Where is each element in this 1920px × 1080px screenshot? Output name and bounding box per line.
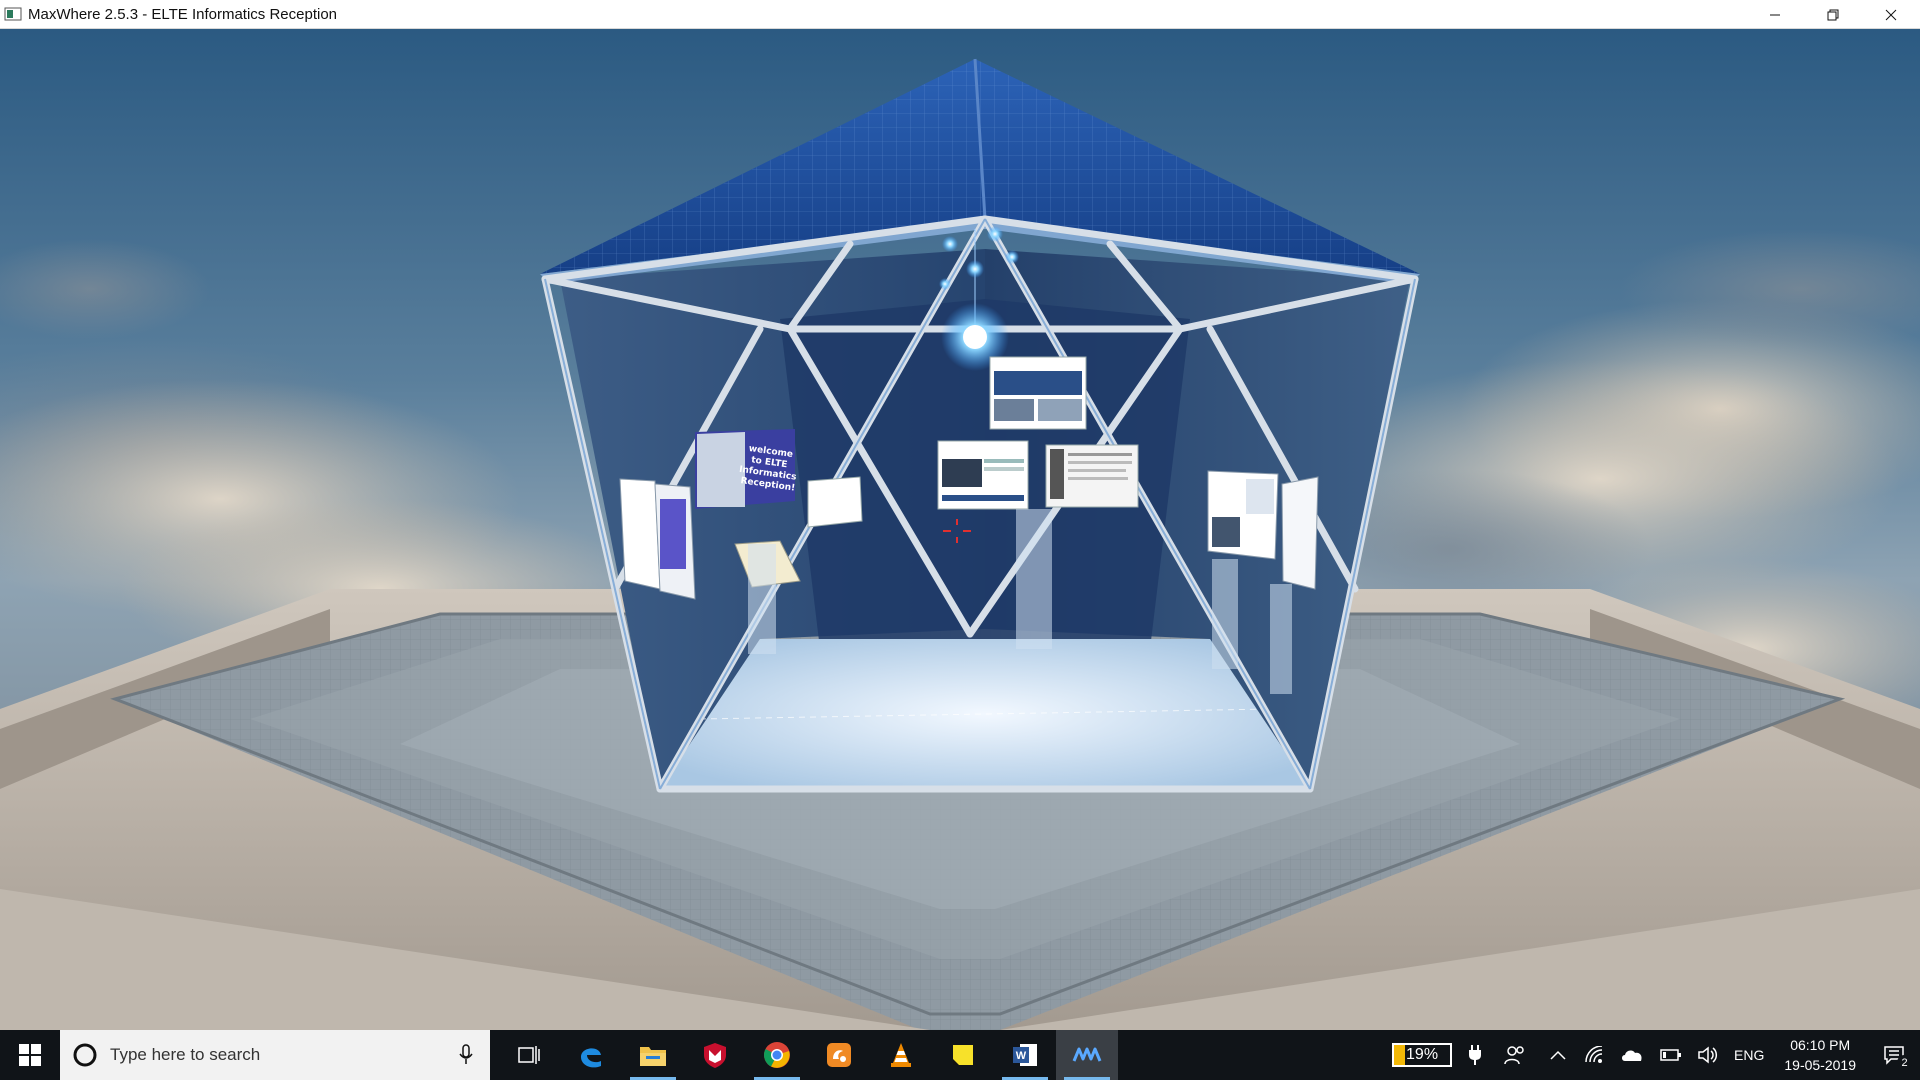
wifi-icon — [1585, 1046, 1603, 1063]
vlc-taskbar-button[interactable] — [870, 1030, 932, 1080]
system-tray: 19% ENG 06:10 PM 19-05-2019 2 — [1384, 1030, 1920, 1080]
people-button[interactable] — [1490, 1030, 1540, 1080]
chevron-up-icon — [1550, 1050, 1566, 1060]
taskbar: Type here to search W 19% ENG 06:10 PM 1… — [0, 1030, 1920, 1080]
close-icon — [1885, 9, 1897, 20]
folder-icon — [640, 1047, 666, 1066]
battery-fill — [1394, 1045, 1405, 1065]
restore-icon — [1827, 9, 1839, 20]
window-title: MaxWhere 2.5.3 - ELTE Informatics Recept… — [28, 5, 338, 23]
sticky-note-icon — [953, 1045, 973, 1065]
3d-viewport[interactable]: welcome to ELTE Informatics Reception! — [0, 29, 1920, 1030]
vlc-cone-icon — [891, 1043, 911, 1067]
chrome-icon — [764, 1042, 790, 1068]
speaker-icon — [1698, 1046, 1718, 1064]
svg-text:W: W — [1016, 1050, 1027, 1062]
restore-button[interactable] — [1804, 0, 1862, 29]
uc-browser-taskbar-button[interactable] — [808, 1030, 870, 1080]
onedrive-cloud-icon — [1622, 1050, 1642, 1061]
task-view-button[interactable] — [498, 1030, 560, 1080]
panel-elte-website[interactable] — [989, 356, 1087, 430]
search-box[interactable]: Type here to search — [60, 1030, 490, 1080]
sticky-notes-taskbar-button[interactable] — [932, 1030, 994, 1080]
scene-canvas: welcome to ELTE Informatics Reception! — [0, 29, 1920, 1030]
clock-time: 06:10 PM — [1790, 1037, 1851, 1053]
file-explorer-taskbar-button[interactable] — [622, 1030, 684, 1080]
cortana-circle-icon — [73, 1043, 97, 1067]
start-button[interactable] — [0, 1030, 60, 1080]
show-hidden-icons-button[interactable] — [1540, 1030, 1576, 1080]
network-button[interactable] — [1576, 1030, 1612, 1080]
battery-indicator[interactable]: 19% — [1384, 1030, 1460, 1080]
onedrive-button[interactable] — [1612, 1030, 1652, 1080]
maxwhere-app-icon — [4, 6, 22, 22]
action-center-button[interactable]: 2 — [1868, 1030, 1920, 1080]
panel-news-page[interactable] — [937, 440, 1029, 510]
edge-taskbar-button[interactable] — [560, 1030, 622, 1080]
window-title-bar: MaxWhere 2.5.3 - ELTE Informatics Recept… — [0, 0, 1920, 29]
clock-date: 19-05-2019 — [1784, 1057, 1856, 1073]
close-button[interactable] — [1862, 0, 1920, 29]
mcafee-taskbar-button[interactable] — [684, 1030, 746, 1080]
input-language-button[interactable]: ENG — [1726, 1030, 1772, 1080]
task-view-icon — [518, 1046, 540, 1064]
panel-welcome-screen[interactable]: welcome to ELTE Informatics Reception! — [695, 429, 803, 509]
maxwhere-taskbar-button[interactable] — [1056, 1030, 1118, 1080]
notification-count: 2 — [1897, 1055, 1912, 1070]
people-icon — [1504, 1046, 1524, 1065]
windows-logo-icon — [19, 1044, 41, 1066]
window-controls — [1746, 0, 1920, 29]
volume-button[interactable] — [1690, 1030, 1726, 1080]
word-icon: W — [1013, 1044, 1037, 1066]
battery-icon — [1660, 1049, 1682, 1061]
panel-document[interactable] — [1045, 444, 1139, 508]
chrome-taskbar-button[interactable] — [746, 1030, 808, 1080]
power-plug-button[interactable] — [1460, 1030, 1490, 1080]
minimize-icon — [1770, 14, 1780, 15]
battery-box: 19% — [1392, 1043, 1453, 1067]
maxwhere-icon — [1072, 1047, 1102, 1062]
minimize-button[interactable] — [1746, 0, 1804, 29]
panel-left-stack[interactable] — [619, 478, 696, 600]
power-plug-icon — [1469, 1045, 1482, 1065]
microphone-icon[interactable] — [458, 1044, 474, 1066]
search-placeholder: Type here to search — [110, 1045, 261, 1064]
battery-status-button[interactable] — [1652, 1030, 1690, 1080]
panel-left-small[interactable] — [807, 476, 863, 528]
taskbar-apps: W — [498, 1030, 1118, 1080]
uc-browser-icon — [827, 1043, 851, 1067]
mcafee-shield-icon — [704, 1043, 726, 1068]
edge-icon — [581, 1048, 601, 1068]
clock[interactable]: 06:10 PM 19-05-2019 — [1772, 1035, 1868, 1075]
input-language: ENG — [1734, 1047, 1765, 1063]
word-taskbar-button[interactable]: W — [994, 1030, 1056, 1080]
battery-percent: 19% — [1406, 1046, 1439, 1063]
